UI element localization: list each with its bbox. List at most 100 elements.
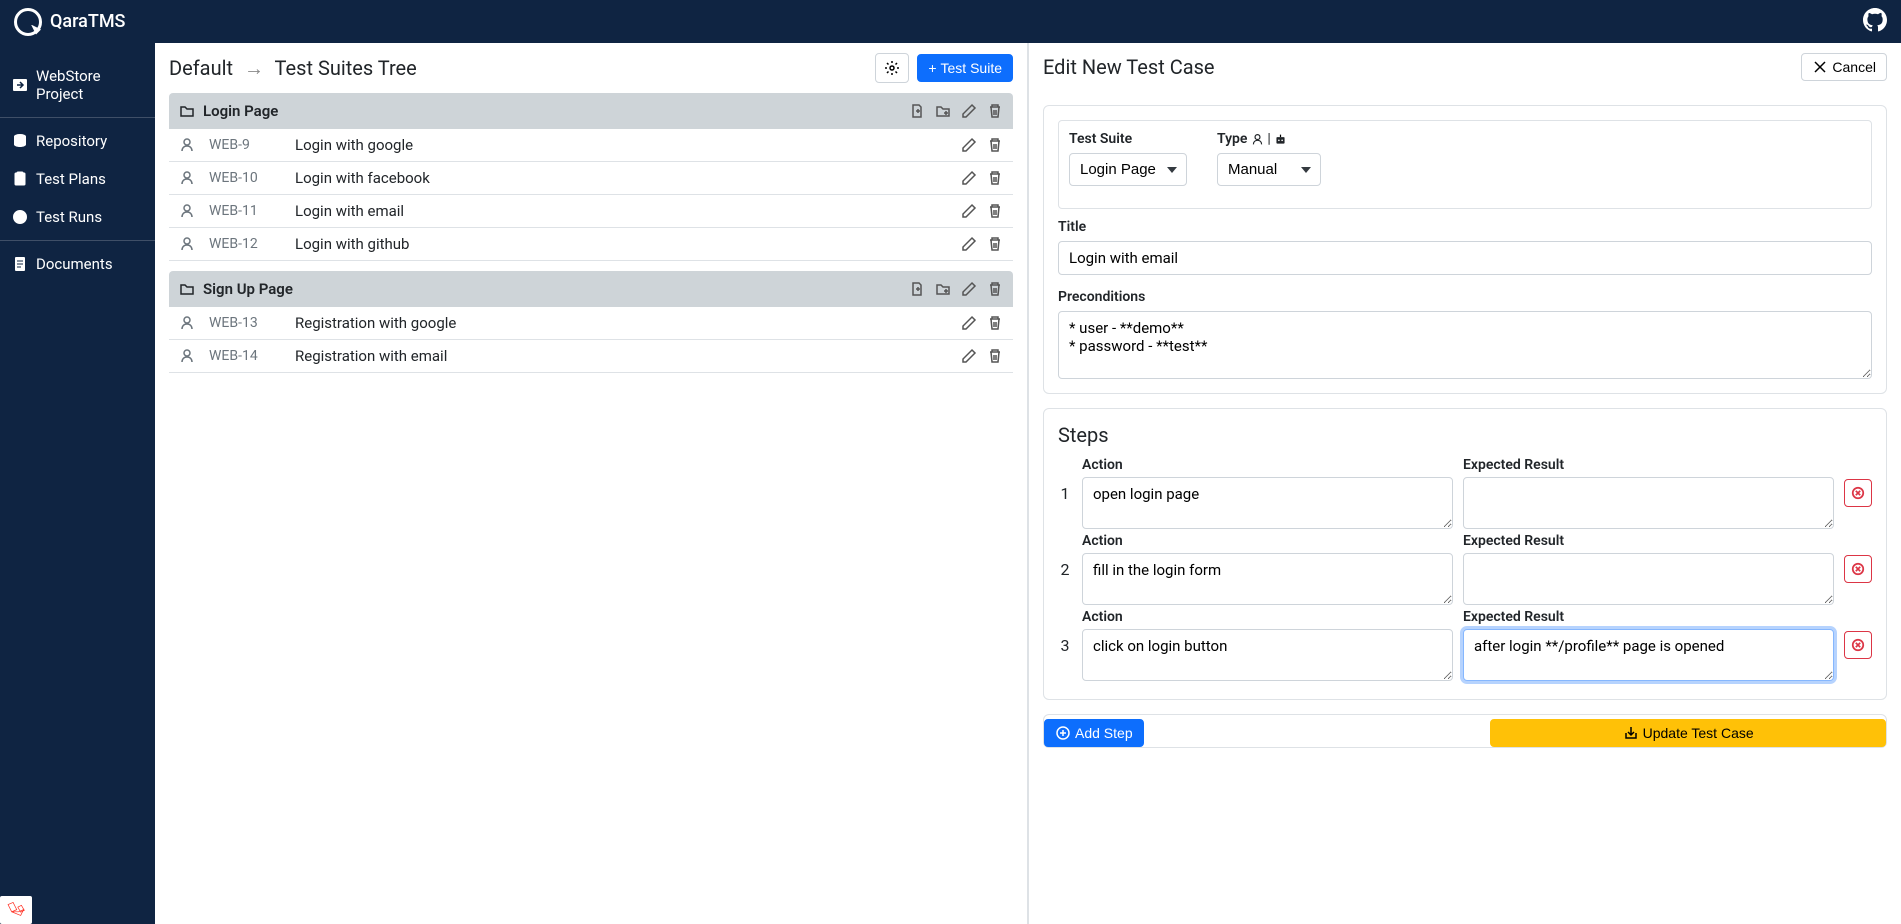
preconditions-label: Preconditions <box>1058 289 1872 305</box>
steps-title: Steps <box>1058 423 1872 447</box>
button-label: Update Test Case <box>1643 725 1754 741</box>
testcase-name: Login with email <box>295 202 404 220</box>
trash-icon[interactable] <box>987 137 1003 153</box>
brand[interactable]: QaraTMS <box>14 8 125 36</box>
testcase-name: Registration with google <box>295 314 456 332</box>
trash-icon[interactable] <box>987 170 1003 186</box>
trash-icon[interactable] <box>987 236 1003 252</box>
breadcrumb-root[interactable]: Default <box>169 56 233 80</box>
step-action-input[interactable]: fill in the login form <box>1082 553 1453 605</box>
trash-icon[interactable] <box>987 348 1003 364</box>
expected-label: Expected Result <box>1463 609 1834 625</box>
robot-icon <box>1274 133 1287 146</box>
preconditions-textarea[interactable] <box>1058 311 1872 379</box>
title-input[interactable] <box>1058 241 1872 275</box>
edit-icon[interactable] <box>961 203 977 219</box>
testcase-row[interactable]: WEB-9 Login with google <box>169 129 1013 162</box>
github-link[interactable] <box>1863 8 1887 36</box>
sidebar: WebStore Project Repository Test Plans T… <box>0 43 155 924</box>
add-step-button[interactable]: Add Step <box>1044 719 1144 747</box>
document-icon <box>12 256 28 272</box>
button-label: Cancel <box>1832 59 1876 75</box>
testcase-actions <box>961 137 1003 153</box>
sidebar-item-label: WebStore Project <box>36 67 143 103</box>
sidebar-item-label: Test Plans <box>36 170 106 188</box>
edit-icon[interactable] <box>961 315 977 331</box>
edit-icon[interactable] <box>961 170 977 186</box>
testcase-row[interactable]: WEB-14 Registration with email <box>169 340 1013 373</box>
button-label: Add Step <box>1075 725 1133 741</box>
cancel-button[interactable]: Cancel <box>1801 53 1887 81</box>
github-icon <box>1863 8 1887 32</box>
app-name: QaraTMS <box>50 11 125 32</box>
person-icon <box>179 236 195 252</box>
type-select[interactable]: Manual <box>1217 153 1321 186</box>
sidebar-project[interactable]: WebStore Project <box>0 57 155 113</box>
plus-circle-icon <box>1055 725 1071 741</box>
update-test-case-button[interactable]: Update Test Case <box>1490 719 1886 747</box>
person-icon <box>179 348 195 364</box>
sidebar-item-label: Documents <box>36 255 113 273</box>
testcase-row[interactable]: WEB-10 Login with facebook <box>169 162 1013 195</box>
person-icon <box>179 137 195 153</box>
delete-step-button[interactable] <box>1844 555 1872 583</box>
breadcrumb-current: Test Suites Tree <box>275 56 417 80</box>
testcase-actions <box>961 315 1003 331</box>
edit-icon[interactable] <box>961 348 977 364</box>
testcase-name: Login with facebook <box>295 169 430 187</box>
add-file-icon[interactable] <box>909 103 925 119</box>
expected-label: Expected Result <box>1463 533 1834 549</box>
person-icon <box>179 170 195 186</box>
delete-step-button[interactable] <box>1844 631 1872 659</box>
suite-header[interactable]: Login Page <box>169 93 1013 129</box>
add-file-icon[interactable] <box>909 281 925 297</box>
testcase-row[interactable]: WEB-12 Login with github <box>169 228 1013 261</box>
sidebar-test-runs[interactable]: Test Runs <box>0 198 155 236</box>
laravel-badge[interactable] <box>0 896 32 924</box>
step-number: 1 <box>1058 484 1072 503</box>
edit-icon[interactable] <box>961 236 977 252</box>
type-label: Type | <box>1217 131 1321 147</box>
trash-icon[interactable] <box>987 315 1003 331</box>
settings-button[interactable] <box>875 53 909 83</box>
testcase-id: WEB-9 <box>209 137 281 153</box>
sidebar-test-plans[interactable]: Test Plans <box>0 160 155 198</box>
edit-icon[interactable] <box>961 281 977 297</box>
add-test-suite-button[interactable]: + Test Suite <box>917 54 1013 82</box>
step-expected-input[interactable]: after login **/profile** page is opened <box>1463 629 1834 681</box>
clipboard-icon <box>12 171 28 187</box>
step-number: 3 <box>1058 636 1072 655</box>
x-circle-icon <box>1851 562 1865 576</box>
testcase-row[interactable]: WEB-11 Login with email <box>169 195 1013 228</box>
trash-icon[interactable] <box>987 281 1003 297</box>
suites-column: Default → Test Suites Tree + Test Suite … <box>155 43 1028 924</box>
trash-icon[interactable] <box>987 103 1003 119</box>
step-expected-input[interactable] <box>1463 553 1834 605</box>
testcase-name: Login with google <box>295 136 413 154</box>
testcase-row[interactable]: WEB-13 Registration with google <box>169 307 1013 340</box>
sidebar-documents[interactable]: Documents <box>0 245 155 283</box>
sidebar-repository[interactable]: Repository <box>0 122 155 160</box>
edit-icon[interactable] <box>961 103 977 119</box>
breadcrumb: Default → Test Suites Tree <box>169 56 417 81</box>
delete-step-button[interactable] <box>1844 479 1872 507</box>
step-action-input[interactable]: click on login button <box>1082 629 1453 681</box>
test-suite-label: Test Suite <box>1069 131 1187 147</box>
database-icon <box>12 133 28 149</box>
edit-icon[interactable] <box>961 137 977 153</box>
testcase-actions <box>961 170 1003 186</box>
action-label: Action <box>1082 609 1453 625</box>
add-folder-icon[interactable] <box>935 103 951 119</box>
test-suite-select[interactable]: Login Page <box>1069 153 1187 186</box>
play-circle-icon <box>12 209 28 225</box>
step-action-input[interactable]: open login page <box>1082 477 1453 529</box>
suite-header[interactable]: Sign Up Page <box>169 271 1013 307</box>
gear-icon <box>884 60 900 76</box>
trash-icon[interactable] <box>987 203 1003 219</box>
add-folder-icon[interactable] <box>935 281 951 297</box>
breadcrumb-row: Default → Test Suites Tree + Test Suite <box>155 43 1027 93</box>
person-icon <box>179 315 195 331</box>
logo-icon <box>14 8 42 36</box>
step-expected-input[interactable] <box>1463 477 1834 529</box>
save-icon <box>1623 725 1639 741</box>
